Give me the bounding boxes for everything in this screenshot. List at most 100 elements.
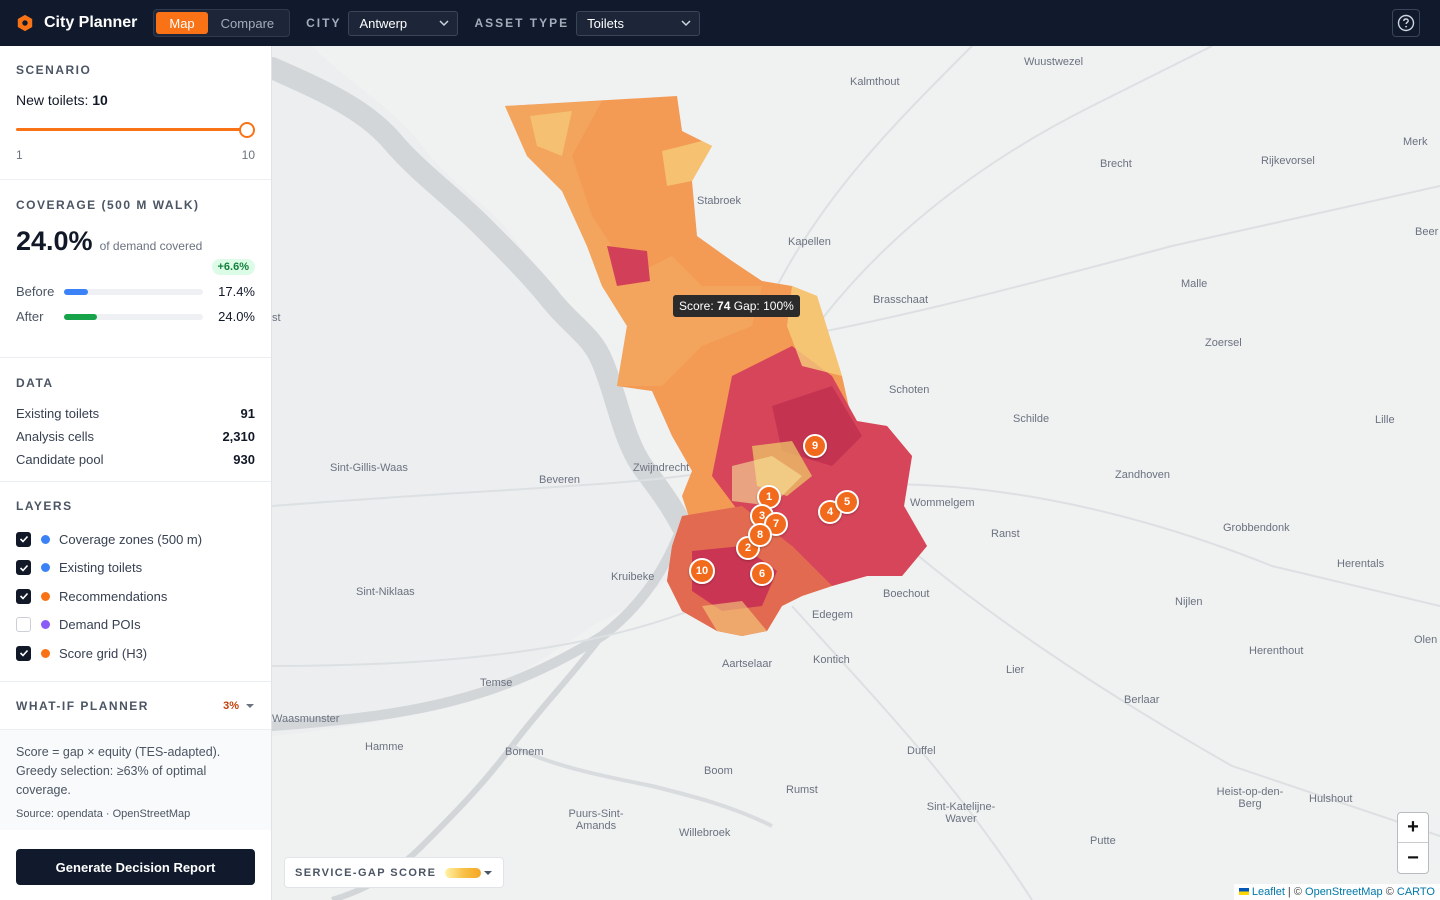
place-label: Kalmthout	[850, 76, 900, 88]
recommendation-marker[interactable]: 10	[689, 558, 715, 584]
scenario-title: SCENARIO	[16, 63, 92, 77]
place-label: Zoersel	[1205, 337, 1242, 349]
recommendation-marker[interactable]: 6	[750, 562, 774, 586]
info-section: Score = gap × equity (TES-adapted). Gree…	[0, 730, 271, 830]
scenario-slider[interactable]	[16, 122, 255, 138]
zoom-in-button[interactable]: +	[1398, 813, 1428, 843]
place-label: Olen	[1414, 634, 1438, 646]
whatif-badge: 3%	[223, 699, 239, 712]
chevron-down-icon	[439, 20, 449, 27]
checkbox[interactable]	[16, 617, 31, 633]
place-label: Sint-Niklaas	[356, 586, 415, 598]
layer-label: Demand POIs	[59, 617, 141, 633]
place-label: Beveren	[539, 474, 580, 486]
leaflet-link[interactable]: Leaflet	[1252, 886, 1285, 898]
before-bar	[64, 288, 203, 295]
after-row: After 24.0%	[16, 309, 255, 324]
data-row-cells: Analysis cells 2,310	[16, 429, 255, 444]
checkbox[interactable]	[16, 560, 31, 576]
asset-type-select[interactable]: Toilets	[576, 10, 701, 36]
map-attribution: Leaflet | © OpenStreetMap © CARTO	[1233, 884, 1440, 900]
place-label: Berlaar	[1124, 694, 1160, 706]
before-row: Before 17.4%	[16, 284, 255, 299]
place-label: Schilde	[1013, 413, 1050, 425]
data-row-candidates: Candidate pool 930	[16, 452, 255, 467]
place-label: Putte	[1090, 835, 1116, 847]
service-gap-legend[interactable]: SERVICE-GAP SCORE	[284, 857, 504, 888]
place-label: Merk	[1403, 136, 1428, 148]
layer-demand-pois[interactable]: Demand POIs	[16, 611, 255, 640]
recommendation-marker[interactable]: 9	[803, 434, 827, 458]
place-label: Aartselaar	[722, 658, 773, 670]
city-select[interactable]: Antwerp	[348, 10, 459, 36]
checkbox[interactable]	[16, 531, 31, 547]
data-row-existing: Existing toilets 91	[16, 406, 255, 421]
help-button[interactable]	[1392, 9, 1420, 37]
place-label: Zwijndrecht	[633, 462, 690, 474]
generate-report-button[interactable]: Generate Decision Report	[16, 849, 255, 885]
flag-icon	[1238, 888, 1249, 895]
coverage-value: 24.0%	[16, 226, 93, 256]
layer-dot	[41, 591, 50, 601]
layer-coverage-zones[interactable]: Coverage zones (500 m)	[16, 525, 255, 554]
place-label: Sint-Katelijne-Waver	[926, 801, 996, 825]
caret-down-icon	[246, 703, 254, 708]
place-label: Kruibeke	[611, 571, 655, 583]
layer-score-grid[interactable]: Score grid (H3)	[16, 639, 255, 668]
place-label: Wuustwezel	[1024, 56, 1084, 68]
check-icon	[19, 536, 28, 543]
tab-map[interactable]: Map	[156, 12, 208, 34]
place-label: Heist-op-den-Berg	[1216, 786, 1284, 810]
check-icon	[19, 564, 28, 572]
help-icon	[1397, 14, 1415, 32]
whatif-section[interactable]: WHAT-IF PLANNER 3%	[0, 682, 271, 730]
layers-list: Coverage zones (500 m) Existing toilets …	[16, 525, 255, 668]
layer-existing-toilets[interactable]: Existing toilets	[16, 554, 255, 583]
place-label: Kapellen	[788, 236, 831, 248]
checkbox[interactable]	[16, 588, 31, 604]
after-value: 24.0%	[218, 309, 255, 324]
place-label: Rumst	[786, 784, 818, 796]
place-label: Lille	[1375, 414, 1395, 426]
info-line: Greedy selection: ≥63% of optimal	[16, 764, 207, 778]
recommendation-marker[interactable]: 5	[835, 490, 859, 514]
city-select-value: Antwerp	[359, 15, 408, 31]
layer-dot	[41, 648, 50, 658]
layer-dot	[41, 620, 50, 630]
layer-recommendations[interactable]: Recommendations	[16, 582, 255, 611]
checkbox[interactable]	[16, 645, 31, 661]
check-icon	[19, 593, 28, 600]
place-label: Ranst	[991, 528, 1020, 540]
place-label: Hamme	[365, 741, 404, 753]
zoom-out-button[interactable]: −	[1398, 843, 1428, 873]
place-label: Herentals	[1337, 558, 1385, 570]
app-logo: City Planner	[16, 14, 137, 32]
place-label: Beer	[1415, 226, 1439, 238]
scenario-label: New toilets: 10	[16, 92, 255, 108]
before-value: 17.4%	[218, 284, 255, 299]
info-line: Score = gap × equity (TES-adapted).	[16, 745, 221, 759]
slider-min: 1	[16, 148, 23, 162]
data-section: DATA Existing toilets 91 Analysis cells 2,…	[0, 358, 271, 482]
zoom-control: + −	[1397, 812, 1429, 874]
chevron-down-icon	[681, 20, 691, 27]
place-label: Wommelgem	[910, 497, 975, 509]
carto-link[interactable]: CARTO	[1397, 886, 1435, 898]
map-view[interactable]: Wuustwezel Kalmthout Merk Brecht Rijkevo…	[272, 46, 1440, 900]
tab-compare[interactable]: Compare	[208, 12, 287, 34]
place-label: st	[272, 312, 281, 324]
check-icon	[19, 650, 28, 657]
data-title: DATA	[16, 376, 54, 390]
new-toilets-label: New toilets:	[16, 92, 89, 108]
slider-thumb[interactable]	[239, 122, 255, 138]
place-label: Sint-Gillis-Waas	[330, 462, 408, 474]
layers-title: LAYERS	[16, 499, 73, 513]
layer-dot	[41, 534, 50, 544]
place-label: Boechout	[883, 588, 930, 600]
layer-label: Existing toilets	[59, 560, 143, 576]
city-label: CITY	[306, 16, 342, 30]
recommendation-marker[interactable]: 8	[748, 523, 772, 547]
place-label: Lier	[1006, 664, 1025, 676]
layers-section: LAYERS Coverage zones (500 m) Existing t…	[0, 482, 271, 682]
osm-link[interactable]: OpenStreetMap	[1305, 886, 1383, 898]
